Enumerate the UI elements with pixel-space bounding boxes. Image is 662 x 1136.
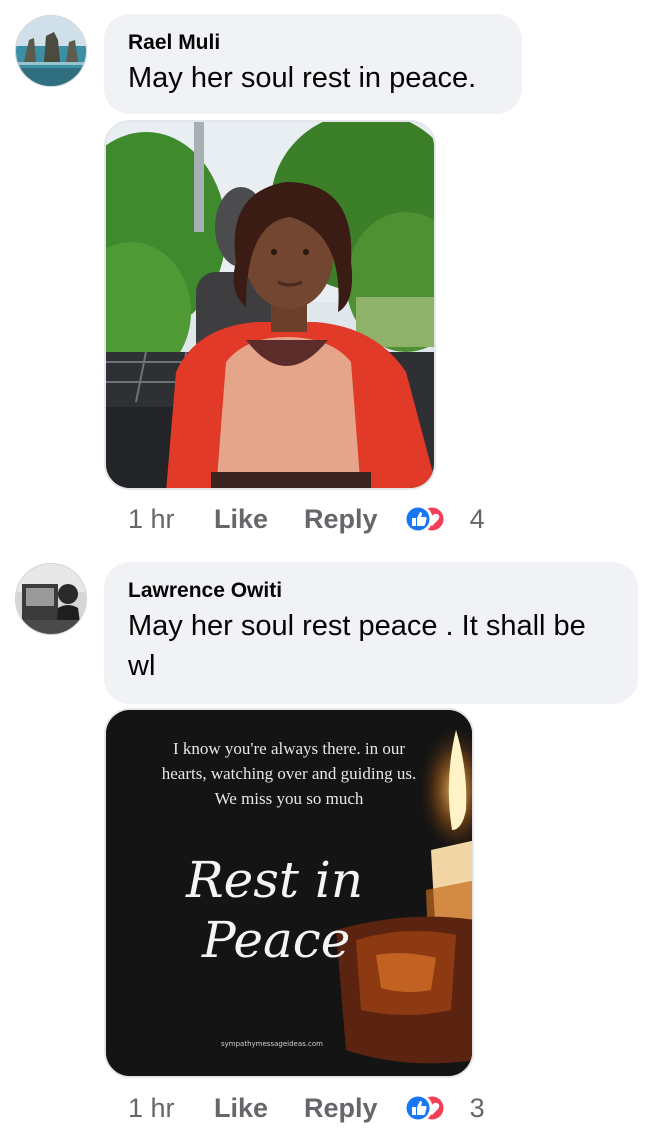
photo-woman	[106, 122, 434, 488]
reaction-summary[interactable]: 3	[402, 1092, 485, 1124]
image-quote: I know you're always there. in our heart…	[161, 739, 417, 808]
reply-button[interactable]: Reply	[304, 1093, 378, 1124]
like-button[interactable]: Like	[214, 1093, 268, 1124]
comment-actions: 1 hr Like Reply 3	[128, 1088, 485, 1128]
comment-photo[interactable]: I know you're always there. in our heart…	[104, 708, 474, 1078]
comment-author[interactable]: Rael Muli	[128, 30, 498, 56]
like-icon	[403, 504, 447, 534]
reaction-count: 3	[469, 1092, 485, 1123]
image-watermark: sympathymessageideas.com	[221, 1040, 323, 1048]
avatar[interactable]	[15, 563, 87, 635]
like-button[interactable]: Like	[214, 504, 268, 535]
comment-photo[interactable]	[104, 120, 436, 490]
comment-bubble: Lawrence Owiti May her soul rest peace .…	[104, 562, 638, 704]
image-title: Rest in Peace	[186, 850, 363, 970]
reply-button[interactable]: Reply	[304, 504, 378, 535]
comment-time[interactable]: 1 hr	[128, 1093, 214, 1124]
comment-actions: 1 hr Like Reply 4	[128, 499, 485, 539]
like-icon	[403, 1093, 447, 1123]
comment-time[interactable]: 1 hr	[128, 504, 214, 535]
comment: Rael Muli May her soul rest in peace. 1 …	[0, 0, 662, 545]
reaction-count: 4	[469, 503, 485, 534]
comment-bubble: Rael Muli May her soul rest in peace.	[104, 14, 522, 114]
comment: Lawrence Owiti May her soul rest peace .…	[0, 548, 662, 1136]
reaction-summary[interactable]: 4	[402, 503, 485, 535]
comment-text: May her soul rest in peace.	[128, 62, 477, 94]
avatar-image	[16, 564, 86, 634]
avatar[interactable]	[15, 15, 87, 87]
avatar-image	[16, 16, 86, 86]
comment-author[interactable]: Lawrence Owiti	[128, 578, 614, 604]
image-title-line1: Rest in	[186, 851, 364, 909]
comment-text: May her soul rest peace . It shall be wl	[128, 610, 586, 682]
image-title-line2: Peace	[202, 911, 351, 969]
